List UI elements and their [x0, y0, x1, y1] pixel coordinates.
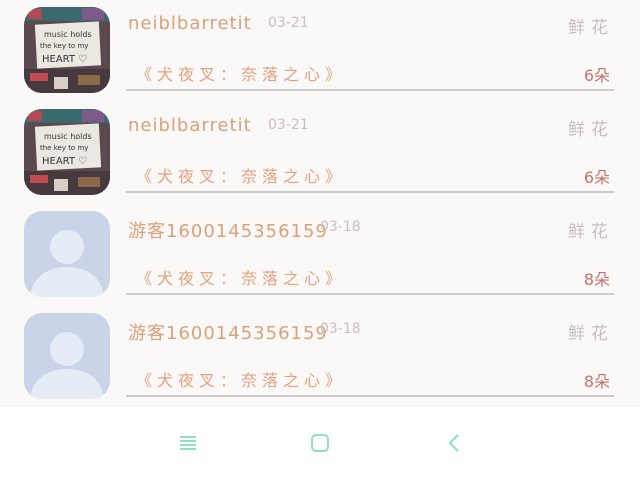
divider	[126, 191, 614, 193]
gift-type-label: 鲜花	[568, 222, 614, 242]
book-title-link[interactable]: 《犬夜叉：奈落之心》	[136, 61, 346, 85]
flower-count: 6朵	[583, 168, 610, 187]
username[interactable]: neiblbarretit	[128, 115, 252, 136]
photo-avatar-image: music holds the key to my HEART ♡	[24, 7, 110, 93]
menu-icon	[180, 436, 196, 450]
avatar[interactable]	[24, 313, 110, 399]
gift-record[interactable]: 游客1600145356159 03-18 鲜花 《犬夜叉：奈落之心》 8朵	[0, 204, 640, 306]
username[interactable]: 游客1600145356159	[128, 319, 328, 345]
divider	[126, 293, 614, 295]
gift-type-label: 鲜花	[568, 120, 614, 140]
menu-button[interactable]	[173, 428, 203, 458]
back-icon	[448, 434, 459, 452]
avatar[interactable]: music holds the key to my HEART ♡	[24, 7, 110, 93]
avatar[interactable]	[24, 211, 110, 297]
flower-count: 6朵	[583, 66, 610, 85]
photo-avatar-image: music holds the key to my HEART ♡	[24, 109, 110, 195]
home-button[interactable]	[305, 428, 335, 458]
date: 03-18	[320, 321, 361, 337]
svg-text:HEART ♡: HEART ♡	[42, 54, 87, 65]
flower-count: 8朵	[583, 372, 610, 391]
gift-record[interactable]: 游客1600145356159 03-18 鲜花 《犬夜叉：奈落之心》 8朵	[0, 306, 640, 405]
username[interactable]: neiblbarretit	[128, 13, 252, 34]
back-button[interactable]	[440, 428, 470, 458]
svg-text:music holds: music holds	[44, 132, 92, 141]
gift-record[interactable]: music holds the key to my HEART ♡ neiblb…	[0, 102, 640, 204]
book-title-link[interactable]: 《犬夜叉：奈落之心》	[136, 265, 346, 289]
svg-text:music holds: music holds	[44, 30, 92, 39]
flower-count: 8朵	[583, 270, 610, 289]
home-icon	[311, 434, 329, 452]
username[interactable]: 游客1600145356159	[128, 217, 328, 243]
divider	[126, 89, 614, 91]
svg-text:the key to my: the key to my	[40, 42, 88, 50]
svg-text:the key to my: the key to my	[40, 144, 88, 152]
svg-text:HEART ♡: HEART ♡	[42, 156, 87, 167]
date: 03-21	[268, 117, 309, 133]
system-navigation-bar	[0, 405, 640, 482]
gift-type-label: 鲜花	[568, 18, 614, 38]
gift-record[interactable]: music holds the key to my HEART ♡ neiblb…	[0, 0, 640, 102]
book-title-link[interactable]: 《犬夜叉：奈落之心》	[136, 367, 346, 391]
default-avatar-icon	[24, 313, 110, 399]
date: 03-18	[320, 219, 361, 235]
gift-type-label: 鲜花	[568, 324, 614, 344]
divider	[126, 395, 614, 397]
date: 03-21	[268, 15, 309, 31]
default-avatar-icon	[24, 211, 110, 297]
avatar[interactable]: music holds the key to my HEART ♡	[24, 109, 110, 195]
flower-gift-list[interactable]: music holds the key to my HEART ♡ neiblb…	[0, 0, 640, 405]
book-title-link[interactable]: 《犬夜叉：奈落之心》	[136, 163, 346, 187]
